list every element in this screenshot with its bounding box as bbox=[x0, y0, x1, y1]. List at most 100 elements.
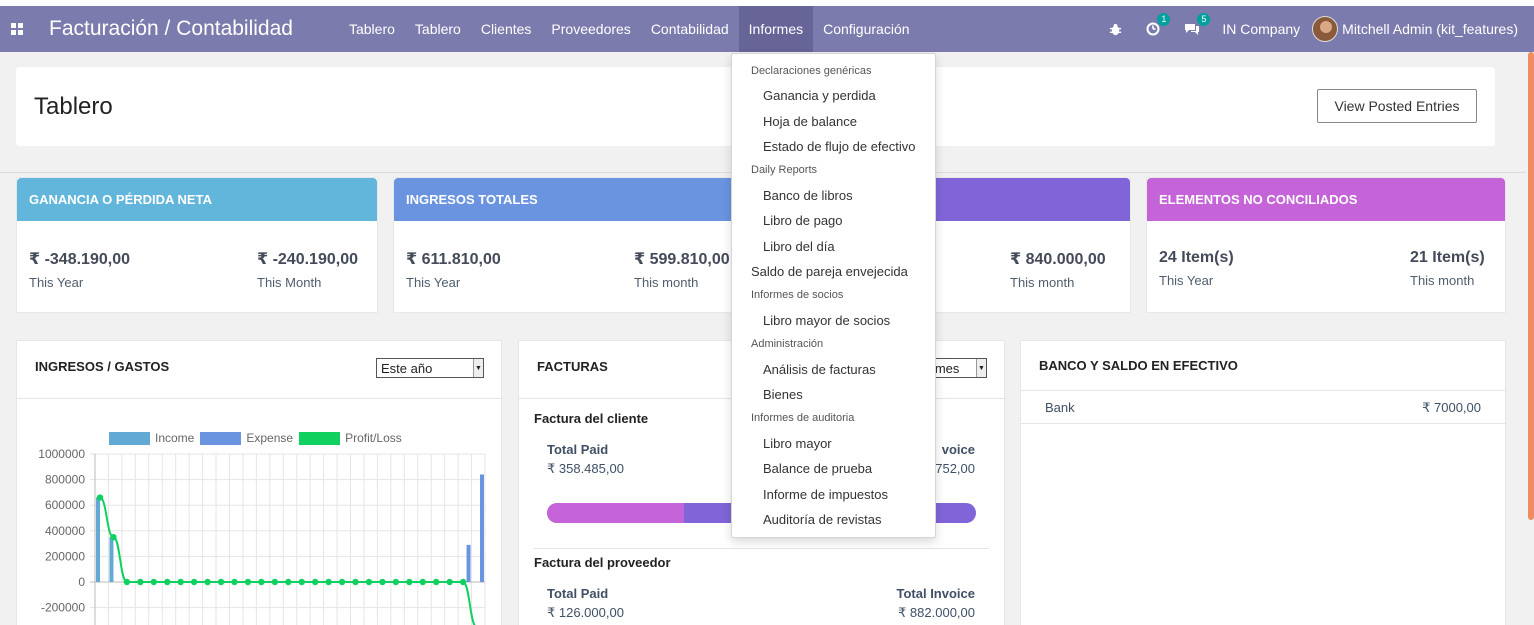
customer-paid-value: ₹ 358.485,00 bbox=[547, 461, 624, 476]
page-scrollbar[interactable] bbox=[1528, 52, 1534, 520]
menu-item-tablero[interactable]: Tablero bbox=[339, 6, 405, 52]
menu-item-configuracion[interactable]: Configuración bbox=[813, 6, 919, 52]
kpi-value-year: 24 Item(s) bbox=[1159, 249, 1234, 266]
kpi-value-month: ₹ -240.190,00 bbox=[257, 251, 358, 268]
kpi-value-year: ₹ 611.810,00 bbox=[406, 251, 501, 268]
profit-loss-point bbox=[379, 578, 386, 586]
profit-loss-point bbox=[446, 578, 453, 586]
dropdown-section-informes-de-auditoria: Informes de auditoria bbox=[751, 412, 855, 424]
y-tick-label: -200000 bbox=[41, 601, 85, 615]
dropdown-item-ganancia-y-perdida[interactable]: Ganancia y perdida bbox=[763, 88, 876, 103]
kpi-value-year: ₹ -348.190,00 bbox=[29, 251, 130, 268]
kpi-value-month: 21 Item(s) bbox=[1410, 249, 1485, 266]
customer-paid-label: Total Paid bbox=[547, 442, 609, 457]
profit-loss-point bbox=[352, 578, 359, 586]
company-switcher[interactable]: IN Company bbox=[1212, 21, 1312, 37]
kpi-label-month: This month bbox=[1410, 273, 1475, 288]
kpi-title: ELEMENTOS NO CONCILIADOS bbox=[1147, 178, 1505, 221]
view-posted-entries-button[interactable]: View Posted Entries bbox=[1317, 89, 1477, 123]
y-tick-label: 200000 bbox=[45, 549, 85, 563]
profit-loss-point bbox=[459, 578, 467, 586]
vendor-paid-value: ₹ 126.000,00 bbox=[547, 605, 624, 620]
bank-row-amount: ₹ 7000,00 bbox=[1422, 400, 1481, 415]
dropdown-item-libro-mayor-de-socios[interactable]: Libro mayor de socios bbox=[763, 313, 890, 328]
profit-loss-point bbox=[325, 578, 332, 586]
top-navbar: Facturación / Contabilidad Tablero Table… bbox=[0, 6, 1534, 52]
profit-loss-point bbox=[123, 578, 131, 586]
panel-title: FACTURAS bbox=[537, 359, 608, 374]
y-tick-label: 600000 bbox=[45, 498, 85, 512]
bar-expense bbox=[466, 544, 471, 582]
bank-cash-panel: BANCO Y SALDO EN EFECTIVO Bank ₹ 7000,00 bbox=[1020, 340, 1507, 625]
profit-loss-point bbox=[311, 578, 319, 586]
customer-invoice-label: voice bbox=[941, 442, 975, 457]
profit-loss-point bbox=[137, 578, 144, 586]
vendor-invoice-value: ₹ 882.000,00 bbox=[898, 605, 975, 620]
profit-loss-point bbox=[164, 578, 171, 586]
profit-loss-point bbox=[433, 578, 440, 586]
kpi-card-unreconciled: ELEMENTOS NO CONCILIADOS 24 Item(s) This … bbox=[1146, 177, 1506, 313]
dropdown-section-daily-reports: Daily Reports bbox=[751, 164, 818, 176]
menu-item-proveedores[interactable]: Proveedores bbox=[541, 6, 640, 52]
dropdown-item-estado-de-flujo-de-efectivo[interactable]: Estado de flujo de efectivo bbox=[763, 139, 916, 154]
kpi-label-year: This Year bbox=[29, 275, 84, 290]
profit-loss-point bbox=[298, 578, 305, 586]
dropdown-item-libro-mayor[interactable]: Libro mayor bbox=[763, 436, 832, 451]
bank-row-name[interactable]: Bank bbox=[1045, 400, 1075, 415]
dropdown-section-declaraciones-genericas: Declaraciones genéricas bbox=[751, 65, 872, 77]
y-tick-label: 400000 bbox=[45, 524, 85, 538]
dropdown-item-analisis-de-facturas[interactable]: Análisis de facturas bbox=[763, 362, 876, 377]
kpi-label-month: This month bbox=[634, 275, 699, 290]
profit-loss-point bbox=[406, 578, 413, 586]
menu-item-contabilidad[interactable]: Contabilidad bbox=[641, 6, 739, 52]
user-menu[interactable]: Mitchell Admin (kit_features) bbox=[1312, 16, 1534, 42]
dropdown-section-administracion: Administración bbox=[751, 338, 824, 350]
kpi-label-month: This Month bbox=[257, 275, 322, 290]
vendor-paid-label: Total Paid bbox=[547, 586, 609, 601]
dropdown-item-banco-de-libros[interactable]: Banco de libros bbox=[763, 188, 853, 203]
bar-income bbox=[96, 497, 100, 582]
dropdown-item-libro-del-dia[interactable]: Libro del día bbox=[763, 239, 835, 254]
menu-item-informes[interactable]: Informes bbox=[738, 6, 814, 52]
row-divider bbox=[1021, 423, 1507, 424]
income-expense-panel: INGRESOS / GASTOS Este año ▼ Income Expe… bbox=[16, 340, 503, 625]
debug-icon[interactable] bbox=[1097, 6, 1134, 52]
profit-loss-point bbox=[258, 578, 265, 586]
dropdown-item-bienes[interactable]: Bienes bbox=[763, 387, 803, 402]
profit-loss-point bbox=[365, 578, 373, 586]
activity-clock-icon[interactable]: 1 bbox=[1134, 6, 1172, 52]
profit-loss-point bbox=[96, 494, 104, 501]
kpi-label-year: This Year bbox=[406, 275, 461, 290]
profit-loss-point bbox=[271, 578, 279, 586]
menu-item-tablero-2[interactable]: Tablero bbox=[405, 6, 471, 52]
profit-loss-point bbox=[150, 578, 157, 586]
profit-loss-point bbox=[177, 578, 184, 586]
dropdown-item-balance-de-prueba[interactable]: Balance de prueba bbox=[763, 461, 872, 476]
menu-item-clientes[interactable]: Clientes bbox=[471, 6, 542, 52]
customer-invoice-value: 752,00 bbox=[935, 461, 975, 476]
kpi-card-net-profit: GANANCIA O PÉRDIDA NETA ₹ -348.190,00 Thi… bbox=[16, 177, 378, 313]
section-divider bbox=[534, 548, 989, 549]
profit-loss-point bbox=[285, 578, 292, 586]
dropdown-item-libro-de-pago[interactable]: Libro de pago bbox=[763, 213, 843, 228]
apps-menu-icon[interactable] bbox=[0, 6, 34, 52]
page-title: Tablero bbox=[34, 93, 113, 120]
income-expense-chart: 1000000 800000 600000 400000 200000 0 -200000 bbox=[38, 447, 486, 625]
app-title: Facturación / Contabilidad bbox=[49, 17, 293, 40]
activity-count-badge: 1 bbox=[1157, 13, 1171, 26]
profit-loss-line bbox=[99, 496, 476, 625]
messages-chat-icon[interactable]: 5 bbox=[1172, 6, 1212, 52]
dropdown-item-hoja-de-balance[interactable]: Hoja de balance bbox=[763, 114, 857, 129]
dropdown-item-informe-de-impuestos[interactable]: Informe de impuestos bbox=[763, 487, 888, 502]
profit-loss-point bbox=[338, 578, 346, 586]
customer-invoice-title: Factura del cliente bbox=[534, 411, 649, 426]
user-name: Mitchell Admin (kit_features) bbox=[1342, 21, 1518, 37]
kpi-value-month: ₹ 840.000,00 bbox=[1010, 251, 1106, 268]
y-tick-label: 1000000 bbox=[38, 447, 85, 461]
bar-expense bbox=[480, 474, 484, 582]
informes-dropdown-menu: Declaraciones genéricas Ganancia y perdid… bbox=[731, 53, 936, 538]
dropdown-item-auditoria-de-revistas[interactable]: Auditoría de revistas bbox=[763, 512, 882, 527]
dropdown-section-informes-de-socios: Informes de socios bbox=[751, 289, 844, 301]
dropdown-item-saldo-de-pareja-envejecida[interactable]: Saldo de pareja envejecida bbox=[751, 264, 908, 279]
bar-income bbox=[109, 537, 114, 582]
